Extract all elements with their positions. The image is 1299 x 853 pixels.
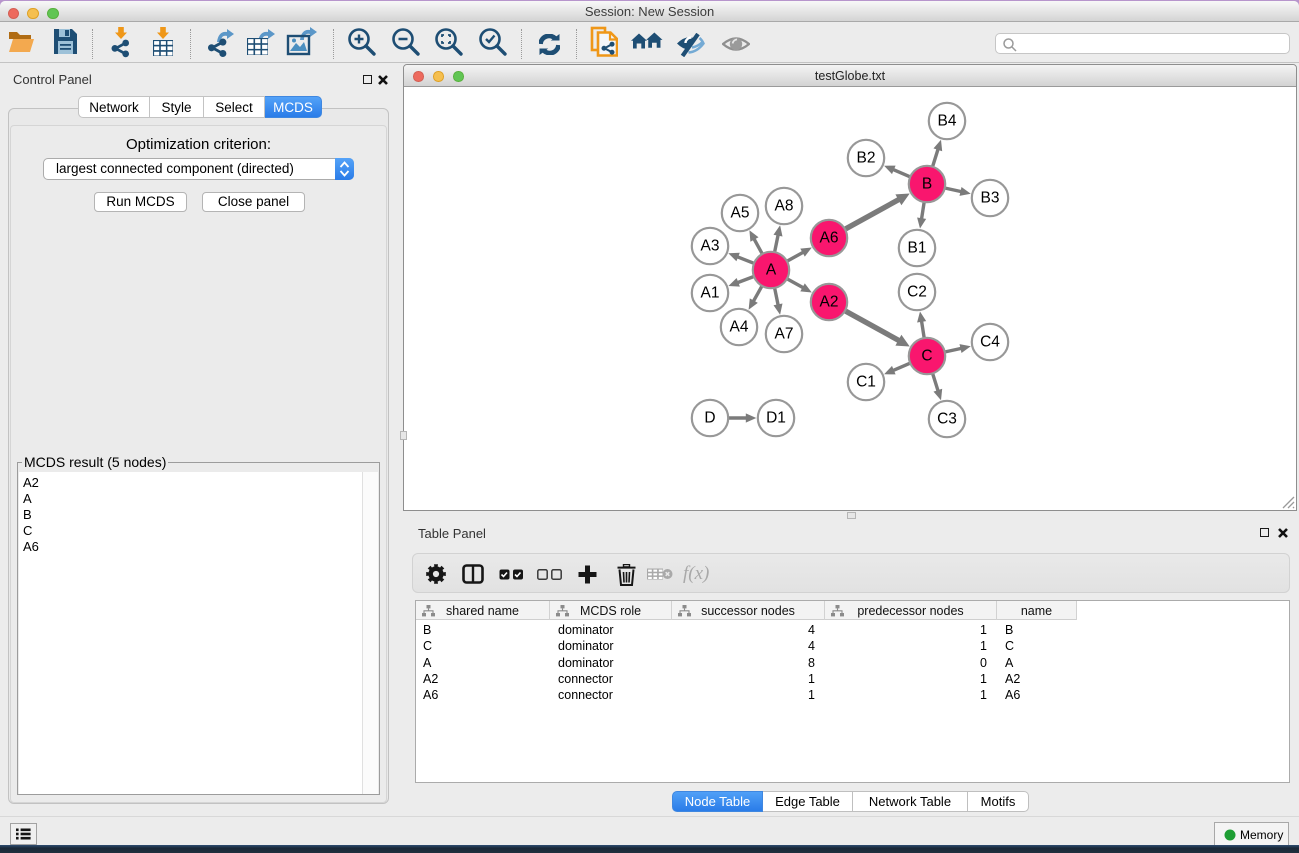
svg-text:A1: A1	[701, 285, 720, 302]
svg-text:A4: A4	[730, 319, 749, 336]
svg-text:A5: A5	[731, 205, 750, 222]
svg-text:A7: A7	[775, 326, 794, 343]
svg-text:A6: A6	[820, 230, 839, 247]
svg-text:C: C	[921, 348, 932, 365]
svg-text:C4: C4	[980, 334, 1000, 351]
svg-text:C3: C3	[937, 411, 957, 428]
svg-text:A2: A2	[820, 294, 839, 311]
svg-text:B3: B3	[981, 190, 1000, 207]
svg-text:C2: C2	[907, 284, 927, 301]
svg-text:B1: B1	[908, 240, 927, 257]
svg-text:A3: A3	[701, 238, 720, 255]
svg-text:D1: D1	[766, 410, 786, 427]
svg-text:B4: B4	[938, 113, 957, 130]
svg-text:B: B	[922, 176, 932, 193]
svg-text:A8: A8	[775, 198, 794, 215]
svg-text:D: D	[704, 410, 715, 427]
svg-text:B2: B2	[857, 150, 876, 167]
svg-text:C1: C1	[856, 374, 876, 391]
svg-text:A: A	[766, 262, 777, 279]
